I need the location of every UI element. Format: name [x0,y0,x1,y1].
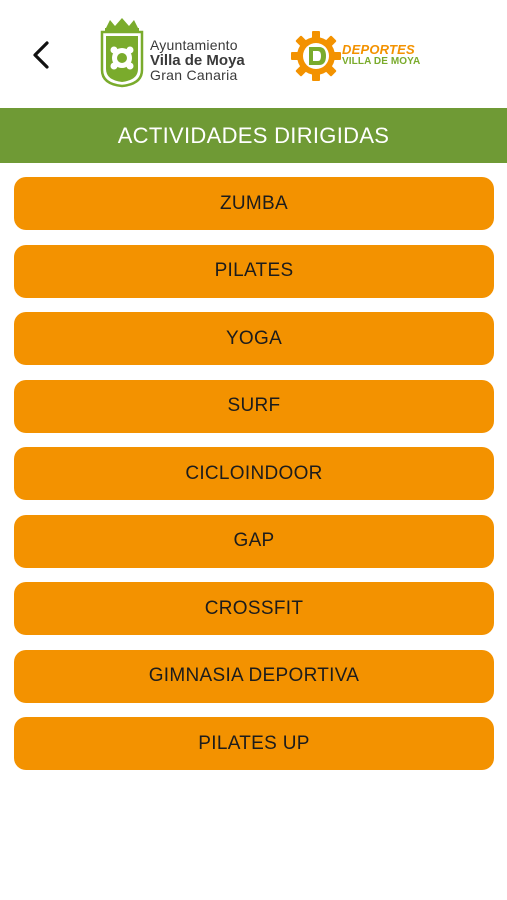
activity-button-pilates[interactable]: PILATES [14,244,494,298]
back-button[interactable] [24,36,58,74]
deportes-mark-icon [291,31,341,81]
ayuntamiento-logo: Ayuntamiento Villa de Moya Gran Canaria [100,18,270,88]
ayuntamiento-line2: Villa de Moya [150,52,245,69]
ayuntamiento-line1: Ayuntamiento [150,37,238,53]
app-header: Ayuntamiento Villa de Moya Gran Canaria [0,0,507,108]
deportes-line1: DEPORTES [342,42,415,57]
activity-button-gap[interactable]: GAP [14,514,494,568]
ayuntamiento-text: Ayuntamiento Villa de Moya Gran Canaria [150,38,272,83]
page-title: ACTIVIDADES DIRIGIDAS [117,122,390,148]
chevron-left-icon [33,41,49,69]
activities-list: ZUMBA PILATES YOGA SURF CICLOINDOOR GAP … [14,177,494,785]
activity-button-crossfit[interactable]: CROSSFIT [14,582,494,635]
activity-button-pilates-up[interactable]: PILATES UP [14,717,494,770]
ayuntamiento-line3: Gran Canaria [150,67,238,83]
activity-button-cicloindoor[interactable]: CICLOINDOOR [14,447,494,500]
deportes-line2: VILLA DE MOYA [342,56,421,67]
crest-icon [100,18,144,88]
activity-button-yoga[interactable]: YOGA [14,312,494,365]
activity-button-zumba[interactable]: ZUMBA [14,177,494,230]
screen: Ayuntamiento Villa de Moya Gran Canaria [0,0,507,900]
activity-button-surf[interactable]: SURF [14,379,494,433]
deportes-logo: DEPORTES VILLA DE MOYA [290,30,430,82]
section-title-bar: ACTIVIDADES DIRIGIDAS [0,108,507,163]
deportes-text: DEPORTES VILLA DE MOYA [342,42,432,68]
activity-button-gimnasia-deportiva[interactable]: GIMNASIA DEPORTIVA [14,649,494,703]
